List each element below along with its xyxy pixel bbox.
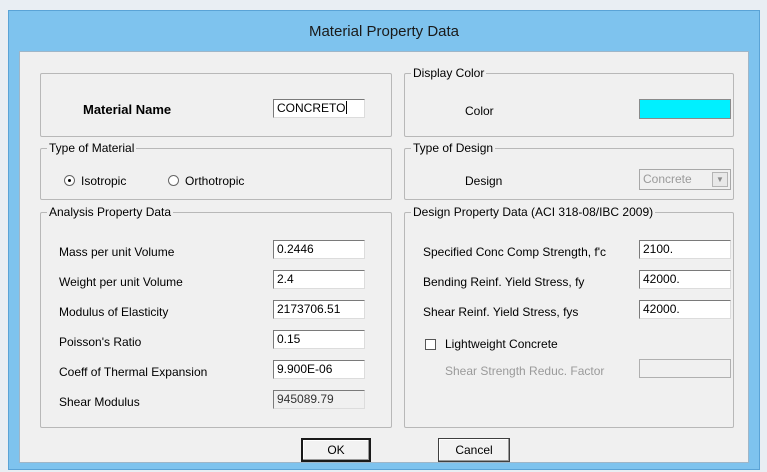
shear-modulus-value: 945089.79 (273, 390, 365, 409)
title-bar[interactable]: Material Property Data (9, 11, 759, 51)
design-property-legend: Design Property Data (ACI 318-08/IBC 200… (411, 205, 656, 219)
modulus-of-elasticity-input[interactable]: 2173706.51 (273, 300, 365, 319)
design-property-group: Design Property Data (ACI 318-08/IBC 200… (404, 205, 734, 428)
shear-strength-factor-label: Shear Strength Reduc. Factor (445, 364, 605, 378)
poissons-ratio-input[interactable]: 0.15 (273, 330, 365, 349)
type-of-design-legend: Type of Design (411, 141, 496, 155)
lightweight-concrete-checkbox[interactable] (425, 339, 436, 350)
orthotropic-label[interactable]: Orthotropic (185, 174, 244, 188)
dialog-title: Material Property Data (308, 22, 460, 40)
shear-modulus-label: Shear Modulus (59, 395, 140, 409)
dialog-client-area: Material Name CONCRETO Display Color Col… (19, 51, 749, 463)
poissons-ratio-label: Poisson's Ratio (59, 335, 142, 349)
thermal-expansion-input[interactable]: 9.900E-06 (273, 360, 365, 379)
material-name-input[interactable]: CONCRETO (273, 99, 365, 118)
analysis-property-group: Analysis Property Data Mass per unit Vol… (40, 205, 392, 428)
display-color-group: Display Color Color (404, 66, 734, 137)
color-label: Color (465, 104, 494, 118)
shear-yield-stress-input[interactable]: 42000. (639, 300, 731, 319)
text-caret (346, 101, 348, 114)
modulus-of-elasticity-label: Modulus of Elasticity (59, 305, 169, 319)
weight-per-volume-label: Weight per unit Volume (59, 275, 183, 289)
bending-yield-stress-label: Bending Reinf. Yield Stress, fy (423, 275, 585, 289)
chevron-down-icon: ▼ (712, 172, 728, 187)
type-of-design-group: Type of Design Design Concrete ▼ (404, 141, 734, 200)
ok-button[interactable]: OK (301, 438, 371, 462)
material-name-label: Material Name (83, 102, 172, 117)
display-color-legend: Display Color (411, 66, 487, 80)
material-property-dialog: Material Property Data Material Name CON… (8, 10, 760, 470)
color-swatch[interactable] (639, 99, 731, 119)
cancel-button[interactable]: Cancel (438, 438, 510, 462)
weight-per-volume-input[interactable]: 2.4 (273, 270, 365, 289)
shear-yield-stress-label: Shear Reinf. Yield Stress, fys (423, 305, 579, 319)
type-of-material-group: Type of Material Isotropic Orthotropic (40, 141, 392, 200)
design-select-value: Concrete (643, 172, 692, 186)
material-name-value: CONCRETO (277, 101, 346, 115)
shear-strength-factor-input (639, 359, 731, 378)
isotropic-radio[interactable] (64, 175, 75, 186)
isotropic-label[interactable]: Isotropic (81, 174, 126, 188)
mass-per-volume-label: Mass per unit Volume (59, 245, 175, 259)
analysis-property-legend: Analysis Property Data (47, 205, 174, 219)
conc-comp-strength-label: Specified Conc Comp Strength, f'c (423, 245, 607, 259)
orthotropic-radio[interactable] (168, 175, 179, 186)
design-select: Concrete ▼ (639, 169, 731, 190)
design-label: Design (465, 174, 503, 188)
type-of-material-legend: Type of Material (47, 141, 137, 155)
thermal-expansion-label: Coeff of Thermal Expansion (59, 365, 208, 379)
mass-per-volume-input[interactable]: 0.2446 (273, 240, 365, 259)
lightweight-concrete-label[interactable]: Lightweight Concrete (445, 337, 558, 351)
bending-yield-stress-input[interactable]: 42000. (639, 270, 731, 289)
material-name-group: Material Name CONCRETO (40, 73, 392, 137)
conc-comp-strength-input[interactable]: 2100. (639, 240, 731, 259)
